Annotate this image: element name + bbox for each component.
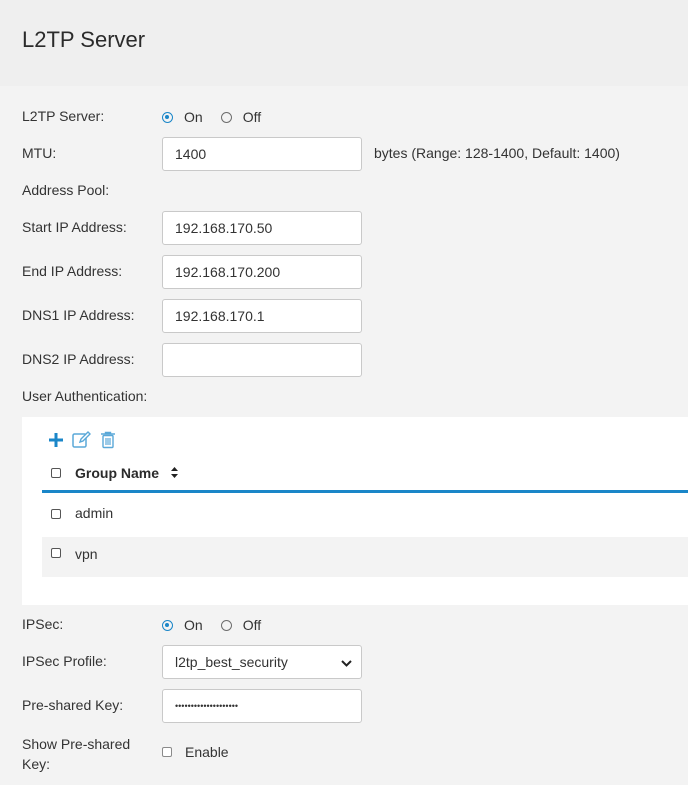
end-ip-label: End IP Address: xyxy=(22,263,123,279)
row-checkbox[interactable] xyxy=(51,509,61,519)
show-psk-label: Show Pre-shared Key: xyxy=(22,734,130,774)
l2tp-server-label: L2TP Server: xyxy=(22,108,105,124)
ipsec-radio-group: On Off xyxy=(162,617,279,633)
table-toolbar xyxy=(48,431,124,452)
ipsec-profile-select[interactable]: l2tp_best_security xyxy=(162,645,362,679)
column-header-group-name[interactable]: Group Name xyxy=(75,465,159,481)
add-icon[interactable] xyxy=(48,432,64,451)
user-auth-label: User Authentication: xyxy=(22,388,148,404)
chevron-down-icon xyxy=(341,656,352,672)
table-row[interactable]: vpn xyxy=(42,537,688,577)
l2tp-server-off-radio[interactable] xyxy=(220,111,232,123)
l2tp-server-radio-group: On Off xyxy=(162,109,279,125)
mtu-hint: bytes (Range: 128-1400, Default: 1400) xyxy=(374,145,620,161)
l2tp-server-off-label[interactable]: Off xyxy=(243,109,261,125)
start-ip-input[interactable] xyxy=(162,211,362,245)
table-header: Group Name xyxy=(42,457,688,493)
ipsec-profile-label: IPSec Profile: xyxy=(22,653,107,669)
ipsec-on-label[interactable]: On xyxy=(184,617,203,633)
ipsec-off-label[interactable]: Off xyxy=(243,617,261,633)
sort-icon[interactable] xyxy=(170,466,179,482)
user-auth-table: Group Name admin vpn xyxy=(22,417,688,605)
row-checkbox[interactable] xyxy=(51,548,61,558)
row-group-name: admin xyxy=(75,505,114,521)
mtu-input[interactable] xyxy=(162,137,362,171)
mtu-label: MTU: xyxy=(22,145,57,161)
l2tp-server-on-radio[interactable] xyxy=(162,111,173,123)
dns2-input[interactable] xyxy=(162,343,362,377)
psk-label: Pre-shared Key: xyxy=(22,697,124,713)
ipsec-profile-value: l2tp_best_security xyxy=(175,654,288,670)
address-pool-label: Address Pool: xyxy=(22,182,110,198)
end-ip-input[interactable] xyxy=(162,255,362,289)
show-psk-label-line1: Show Pre-shared xyxy=(22,736,131,752)
delete-icon[interactable] xyxy=(100,431,116,452)
show-psk-enable-label[interactable]: Enable xyxy=(185,744,229,760)
row-group-name: vpn xyxy=(75,546,98,562)
start-ip-label: Start IP Address: xyxy=(22,219,127,235)
l2tp-server-on-label[interactable]: On xyxy=(184,109,203,125)
table-row[interactable]: admin xyxy=(42,494,688,534)
table-header-underline xyxy=(42,490,688,493)
page-title: L2TP Server xyxy=(22,27,146,52)
show-psk-checkbox[interactable] xyxy=(162,747,172,757)
dns1-label: DNS1 IP Address: xyxy=(22,307,135,323)
dns2-label: DNS2 IP Address: xyxy=(22,351,135,367)
ipsec-label: IPSec: xyxy=(22,616,64,632)
page-header: L2TP Server xyxy=(0,0,688,86)
ipsec-off-radio[interactable] xyxy=(220,619,232,631)
psk-input[interactable] xyxy=(162,689,362,723)
select-all-checkbox[interactable] xyxy=(51,468,61,478)
edit-icon[interactable] xyxy=(72,431,92,452)
show-psk-label-line2: Key: xyxy=(22,756,51,772)
ipsec-on-radio[interactable] xyxy=(162,619,173,631)
dns1-input[interactable] xyxy=(162,299,362,333)
